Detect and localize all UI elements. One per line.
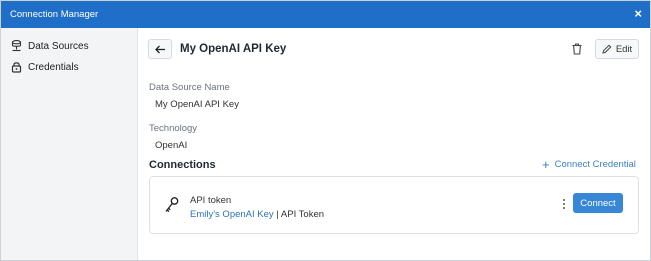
connection-type-label: API token — [190, 195, 232, 206]
window-title: Connection Manager — [10, 9, 99, 20]
key-icon — [165, 197, 179, 213]
connect-credential-label: Connect Credential — [554, 159, 636, 170]
connection-manager-window: Connection Manager × Data Sources Creden… — [0, 0, 651, 261]
technology-value: OpenAI — [155, 140, 188, 151]
connect-credential-button[interactable]: + Connect Credential — [542, 156, 636, 172]
lock-icon — [11, 62, 22, 73]
data-source-name-value: My OpenAI API Key — [155, 99, 239, 110]
back-button[interactable] — [148, 39, 172, 59]
close-icon[interactable]: × — [634, 6, 642, 21]
trash-icon — [572, 43, 582, 55]
pencil-icon — [602, 44, 612, 54]
connections-heading: Connections — [149, 159, 216, 171]
credential-link[interactable]: Emily's OpenAI Key — [190, 209, 274, 220]
credential-type: API Token — [280, 209, 325, 220]
more-options-icon[interactable] — [560, 197, 568, 213]
arrow-left-icon — [154, 45, 165, 53]
delete-button[interactable] — [569, 41, 585, 57]
title-bar: Connection Manager × — [1, 1, 650, 28]
credential-separator: | — [273, 209, 281, 220]
connection-card: API token Emily's OpenAI Key | API Token… — [149, 176, 639, 234]
sidebar-item-label: Data Sources — [28, 40, 89, 52]
plus-icon: + — [542, 156, 550, 172]
sidebar-item-data-sources[interactable]: Data Sources — [11, 38, 89, 54]
edit-button[interactable]: Edit — [595, 39, 639, 59]
database-icon — [11, 40, 22, 52]
connection-credential-line: Emily's OpenAI Key | API Token — [190, 209, 324, 220]
main-panel: My OpenAI API Key Edit Data Source Name … — [139, 28, 650, 260]
sidebar-item-label: Credentials — [28, 61, 79, 73]
technology-label: Technology — [149, 123, 198, 134]
sidebar-item-credentials[interactable]: Credentials — [11, 59, 79, 75]
connect-button[interactable]: Connect — [573, 193, 623, 213]
sidebar: Data Sources Credentials — [1, 28, 138, 260]
data-source-name-label: Data Source Name — [149, 82, 230, 93]
page-title: My OpenAI API Key — [180, 43, 287, 55]
edit-label: Edit — [615, 43, 633, 55]
